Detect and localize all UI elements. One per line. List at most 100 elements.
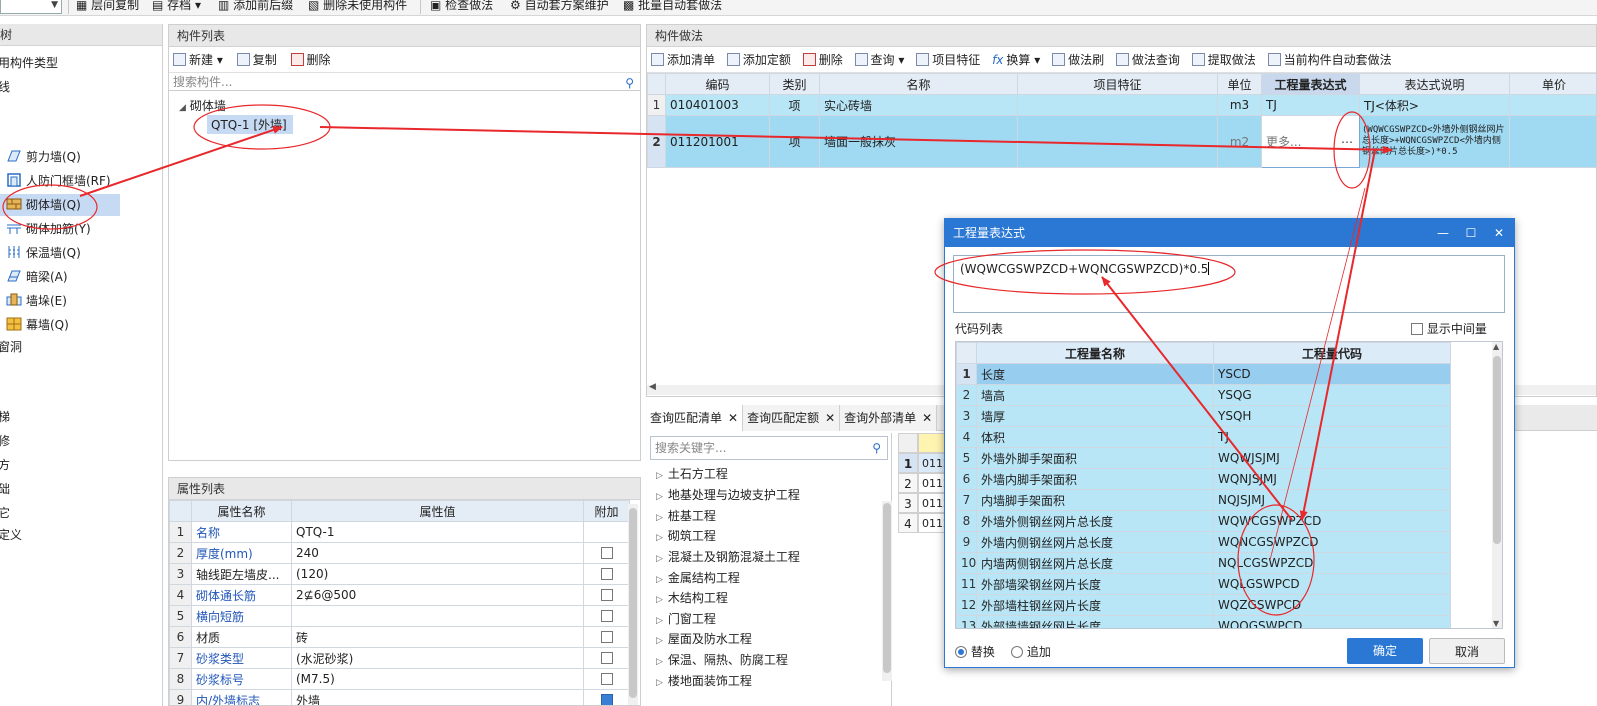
quantity-code[interactable]: YSQH	[1213, 405, 1451, 427]
attach-checkbox[interactable]	[600, 673, 613, 685]
maximize-icon[interactable]: ☐	[1458, 219, 1484, 247]
property-value[interactable]	[291, 605, 584, 627]
name-cell[interactable]: 实心砖墙	[819, 94, 1018, 116]
quantity-name[interactable]: 外墙外侧钢丝网片总长度	[976, 510, 1214, 532]
feature-cell[interactable]	[1017, 94, 1218, 116]
tree-node-qtq1[interactable]: QTQ-1 [外墙]	[207, 115, 293, 134]
quantity-code[interactable]: NQLCGSWPZCD	[1213, 552, 1451, 574]
property-value[interactable]: (120)	[291, 563, 584, 585]
attach-checkbox[interactable]	[600, 652, 613, 664]
table-row[interactable]: 3 墙厚 YSQH	[956, 405, 1451, 427]
copy-component-button[interactable]: 复制	[236, 47, 277, 73]
expand-triangle-icon[interactable]: ▷	[656, 575, 663, 585]
table-row[interactable]: 3 轴线距左墙皮... (120)	[169, 563, 630, 585]
quantity-name[interactable]: 外部墙梁钢丝网片长度	[976, 573, 1214, 595]
table-row[interactable]: 5 外墙外脚手架面积 WQWJSJMJ	[956, 447, 1451, 469]
save-archive-button[interactable]: ▤ 存档 ▾	[152, 0, 201, 13]
list-item[interactable]: ▷ 桩基工程	[656, 507, 716, 524]
table-row[interactable]: 13 外部墙墙钢丝网片长度 WQQGSWPCD	[956, 615, 1451, 628]
quantity-code[interactable]: WQQGSWPCD	[1213, 615, 1451, 628]
tree-item-other[interactable]: 它	[0, 502, 10, 524]
code-cell[interactable]: 010401003	[665, 94, 770, 116]
list-item[interactable]: ▷ 地基处理与边坡支护工程	[656, 486, 800, 503]
unit-cell[interactable]: m3	[1217, 94, 1262, 116]
quantity-code[interactable]: TJ	[1213, 426, 1451, 448]
tree-item-stairs[interactable]: 梯	[0, 406, 10, 428]
expand-triangle-icon[interactable]: ▷	[656, 471, 663, 481]
table-row[interactable]: 9 内/外墙标志 外墙	[169, 689, 630, 705]
table-row[interactable]: 4 体积 TJ	[956, 426, 1451, 448]
tree-item-decoration[interactable]: 修	[0, 430, 10, 452]
scroll-thumb[interactable]	[1493, 356, 1501, 544]
unit-cell[interactable]: m2	[1217, 115, 1262, 168]
table-row[interactable]: 1 长度 YSCD	[956, 363, 1451, 385]
table-row[interactable]: 6 材质砖	[169, 626, 630, 648]
quantity-name[interactable]: 内墙两侧钢丝网片总长度	[976, 552, 1214, 574]
quantity-name[interactable]: 内墙脚手架面积	[976, 489, 1214, 511]
new-component-button[interactable]: 新建 ▾	[173, 47, 223, 73]
scroll-thumb[interactable]	[629, 508, 637, 698]
tab-match-quota[interactable]: 查询匹配定额 ✕	[743, 405, 841, 431]
tree-item-curtain-wall[interactable]: 幕墙(Q)	[6, 314, 69, 336]
quantity-name[interactable]: 外部墙墙钢丝网片长度	[976, 615, 1214, 628]
code-list-scrollbar[interactable]: ▲ ▼	[1492, 342, 1502, 628]
search-icon[interactable]: ⚲	[872, 437, 881, 459]
expand-triangle-icon[interactable]: ▷	[656, 513, 663, 523]
expand-triangle-icon[interactable]: ▷	[656, 678, 663, 688]
attach-checkbox[interactable]	[600, 694, 613, 705]
expression-cell[interactable]: 更多...…	[1261, 115, 1360, 168]
list-item[interactable]: ▷ 砌筑工程	[656, 527, 716, 544]
append-radio[interactable]	[1011, 646, 1023, 658]
keyword-search-input[interactable]: 搜索关键字... ⚲	[650, 436, 888, 460]
category-cell[interactable]: 项	[769, 115, 820, 168]
add-prefix-suffix-button[interactable]: ▥ 添加前后缀	[218, 0, 293, 13]
property-value[interactable]: 2⊈6@500	[291, 584, 584, 606]
list-item[interactable]: ▷ 金属结构工程	[656, 569, 740, 586]
ok-button[interactable]: 确定	[1347, 638, 1423, 664]
attach-checkbox[interactable]	[600, 589, 613, 601]
tree-node-masonry-wall[interactable]: ◢ 砌体墙	[179, 97, 226, 114]
table-row[interactable]: 10 内墙两侧钢丝网片总长度 NQLCGSWPZCD	[956, 552, 1451, 574]
auto-scheme-button[interactable]: ⚙ 自动套方案维护	[510, 0, 609, 13]
expand-triangle-icon[interactable]: ▷	[656, 616, 663, 626]
quantity-name[interactable]: 墙高	[976, 384, 1214, 406]
quantity-name[interactable]: 墙厚	[976, 405, 1214, 427]
floor-combo[interactable]: ▼	[0, 0, 62, 14]
extract-method-button[interactable]: 提取做法	[1191, 47, 1256, 73]
scroll-up-icon[interactable]: ▲	[1493, 342, 1499, 351]
method-query-button[interactable]: 做法查询	[1115, 47, 1180, 73]
expand-triangle-icon[interactable]: ▷	[656, 492, 663, 502]
table-row[interactable]: 1 名称 QTQ-1	[169, 521, 630, 543]
price-cell[interactable]	[1509, 94, 1596, 116]
show-intermediate-toggle[interactable]: 显示中间量	[1411, 320, 1487, 337]
expand-triangle-icon[interactable]: ▷	[656, 533, 663, 543]
table-row[interactable]: 2 厚度(mm) 240	[169, 542, 630, 564]
tree-item-earthwork[interactable]: 方	[0, 454, 10, 476]
tab-external-bill[interactable]: 查询外部清单 ✕	[840, 405, 938, 431]
tree-item-wall-pier[interactable]: 墙垛(E)	[6, 290, 67, 312]
table-row[interactable]: 6 外墙内脚手架面积 WQNJSJMJ	[956, 468, 1451, 490]
quantity-name[interactable]: 外部墙柱钢丝网片长度	[976, 594, 1214, 616]
add-quota-button[interactable]: 添加定额	[726, 47, 791, 73]
quantity-code[interactable]: WQWJSJMJ	[1213, 447, 1451, 469]
item-feature-button[interactable]: 项目特征	[916, 47, 980, 73]
category-scrollbar[interactable]	[882, 501, 892, 681]
property-value[interactable]: 砖	[291, 626, 584, 648]
property-value[interactable]: QTQ-1	[291, 521, 584, 543]
quantity-code[interactable]: WQWCGSWPZCD	[1213, 510, 1451, 532]
table-row[interactable]: 4 砌体通长筋 2⊈6@500	[169, 584, 630, 606]
list-item[interactable]: ▷ 楼地面装饰工程	[656, 672, 752, 689]
table-row[interactable]: 8 砂浆标号 (M7.5)	[169, 668, 630, 690]
search-icon[interactable]: ⚲	[625, 74, 634, 92]
append-option[interactable]: 追加	[1011, 643, 1051, 660]
attach-checkbox[interactable]	[600, 568, 613, 580]
minimize-icon[interactable]: —	[1430, 219, 1456, 247]
component-search-input[interactable]: 搜索构件... ⚲	[169, 73, 640, 91]
method-brush-button[interactable]: 做法刷	[1052, 47, 1104, 73]
query-button[interactable]: 查询 ▾	[854, 47, 904, 73]
quantity-code[interactable]: WQNJSJMJ	[1213, 468, 1451, 490]
table-row[interactable]: 8 外墙外侧钢丝网片总长度 WQWCGSWPZCD	[956, 510, 1451, 532]
attach-checkbox[interactable]	[600, 631, 613, 643]
close-icon[interactable]: ✕	[728, 411, 738, 425]
quantity-code[interactable]: WQZGSWPCD	[1213, 594, 1451, 616]
